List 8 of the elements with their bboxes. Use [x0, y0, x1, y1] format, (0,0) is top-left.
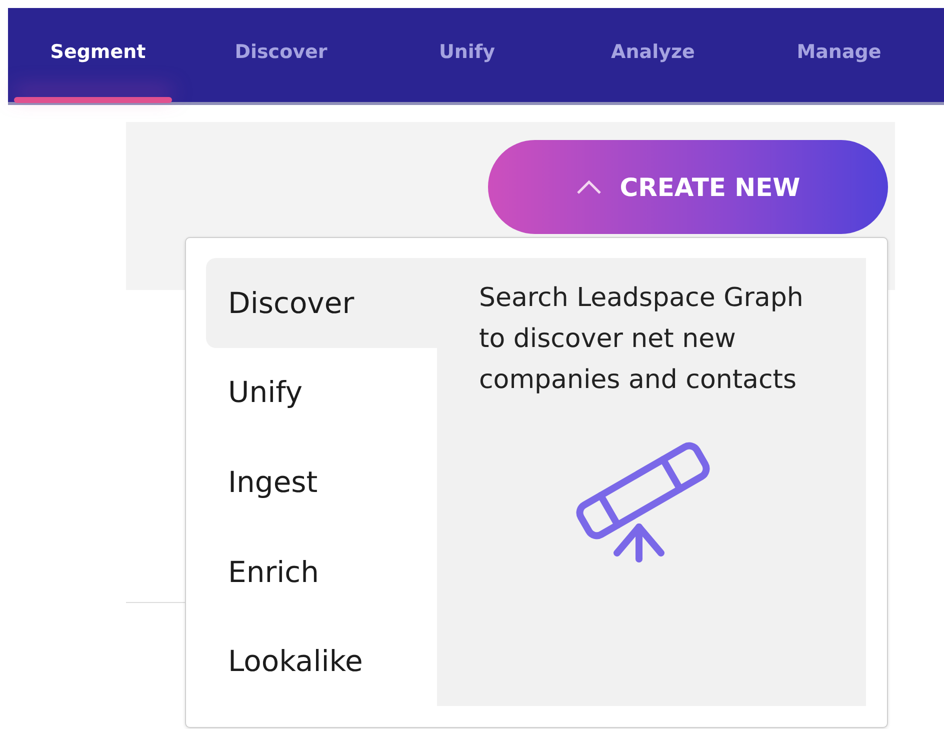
menu-item[interactable]: Discover	[206, 258, 437, 348]
nav-tab[interactable]: Discover	[188, 8, 374, 102]
nav-tab[interactable]: Unify	[374, 8, 560, 102]
nav-tab[interactable]: Manage	[746, 8, 932, 102]
create-new-button[interactable]: CREATE NEW	[488, 140, 888, 234]
nav-tab[interactable]: Segment	[8, 8, 188, 102]
nav-tab[interactable]: Analyze	[560, 8, 746, 102]
menu-description: Search Leadspace Graph to discover net new companies and contacts	[479, 282, 804, 397]
